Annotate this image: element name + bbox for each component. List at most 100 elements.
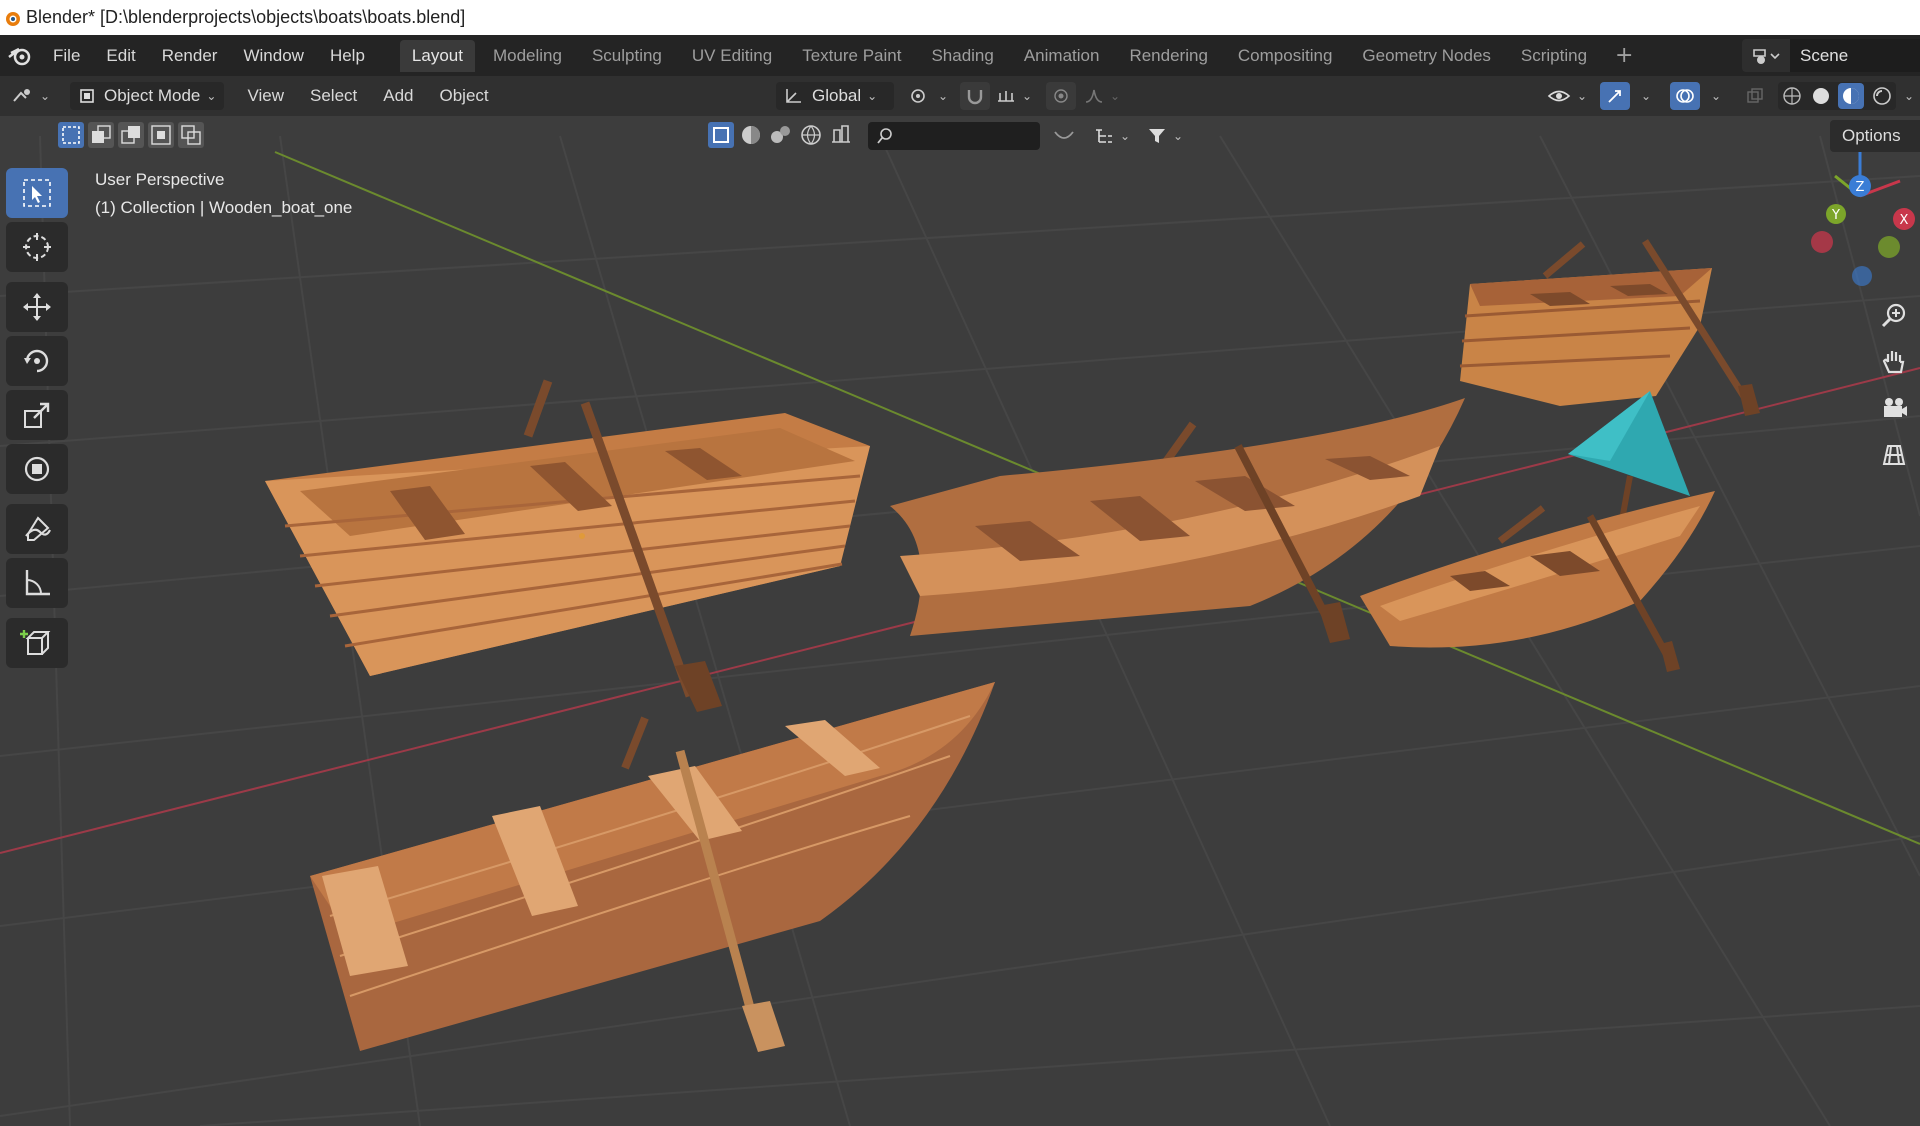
viewport-menu-view[interactable]: View <box>234 86 297 106</box>
tool-rotate[interactable] <box>6 336 68 386</box>
measure-icon <box>25 570 50 596</box>
outliner-search-input[interactable] <box>868 122 1040 150</box>
tool-transform[interactable] <box>6 444 68 494</box>
shader-balls-icon[interactable] <box>768 122 794 148</box>
gizmo-z-label: Z <box>1856 180 1865 195</box>
visibility-dropdown[interactable]: ⌄ <box>1542 82 1592 110</box>
scene-icon[interactable] <box>1742 39 1790 72</box>
gizmo-icon <box>1608 90 1621 103</box>
xray-icon <box>1747 88 1763 103</box>
mode-dropdown[interactable]: Object Mode ⌄ <box>70 82 225 110</box>
gizmo-neg-z-handle[interactable] <box>1852 266 1872 286</box>
pivot-icon <box>911 89 925 103</box>
proportional-edit-toggle[interactable] <box>1046 82 1076 110</box>
world-icon[interactable] <box>798 122 824 148</box>
tab-shading[interactable]: Shading <box>919 40 1005 72</box>
viewport-menu-add[interactable]: Add <box>370 86 426 106</box>
viewport-menu-object[interactable]: Object <box>427 86 502 106</box>
transform-orientation-dropdown[interactable]: Global ⌄ <box>776 82 894 110</box>
select-new-icon[interactable] <box>58 122 84 148</box>
tool-select-box[interactable] <box>6 168 68 218</box>
scene-selector[interactable]: Scene <box>1742 39 1920 72</box>
menu-window[interactable]: Window <box>230 46 316 66</box>
tool-cursor[interactable] <box>6 222 68 272</box>
rendered-shading-icon[interactable] <box>1871 85 1893 107</box>
editor-type-icon <box>13 89 30 102</box>
add-cube-icon <box>20 630 51 655</box>
gizmo-neg-x-handle[interactable] <box>1811 231 1833 253</box>
list-tree-icon <box>1095 129 1112 143</box>
options-dropdown[interactable]: Options <box>1830 120 1920 152</box>
object-mode-icon <box>80 89 94 103</box>
material-shading-icon[interactable] <box>1838 83 1865 109</box>
tab-compositing[interactable]: Compositing <box>1226 40 1345 72</box>
tool-move[interactable] <box>6 282 68 332</box>
menu-render[interactable]: Render <box>149 46 231 66</box>
viewport-canvas[interactable]: Z X Y <box>0 116 1920 1126</box>
tab-texture-paint[interactable]: Texture Paint <box>790 40 913 72</box>
gizmo-dropdown[interactable]: ⌄ <box>1634 82 1658 110</box>
nav-camera-button[interactable] <box>1872 388 1916 428</box>
scene-name-field[interactable]: Scene <box>1790 39 1920 72</box>
viewport-menu-select[interactable]: Select <box>297 86 370 106</box>
display-mode-dropdown[interactable]: ⌄ <box>1090 122 1134 150</box>
select-extend-icon[interactable] <box>88 122 114 148</box>
menu-help[interactable]: Help <box>317 46 378 66</box>
tab-sculpting[interactable]: Sculpting <box>580 40 674 72</box>
tool-scale[interactable] <box>6 390 68 440</box>
tool-annotate[interactable] <box>6 504 68 554</box>
selectable-object-icon[interactable] <box>708 122 734 148</box>
viewport-shading-icon[interactable] <box>738 122 764 148</box>
eye-icon <box>1547 90 1571 102</box>
origin-dot <box>579 533 585 539</box>
overlays-toggle[interactable] <box>1670 82 1700 110</box>
tab-uv-editing[interactable]: UV Editing <box>680 40 784 72</box>
filter-icon <box>1148 129 1165 143</box>
select-subtract-icon[interactable] <box>118 122 144 148</box>
render-layers-icon[interactable] <box>828 122 854 148</box>
tab-layout[interactable]: Layout <box>399 39 475 72</box>
top-menubar: File Edit Render Window Help Layout Mode… <box>0 35 1920 76</box>
gizmo-neg-y-handle[interactable] <box>1878 236 1900 258</box>
add-workspace-button[interactable]: + <box>1605 43 1643 68</box>
camera-icon <box>1884 398 1907 417</box>
blender-menu-icon[interactable] <box>0 35 40 76</box>
restrict-toggle[interactable] <box>1050 122 1078 150</box>
snap-toggle[interactable] <box>960 82 990 110</box>
cursor-icon <box>23 233 51 261</box>
filter-dropdown[interactable]: ⌄ <box>1140 122 1190 150</box>
xray-toggle[interactable] <box>1740 82 1770 110</box>
tab-animation[interactable]: Animation <box>1012 40 1112 72</box>
pivot-point-button[interactable]: ⌄ <box>906 82 950 110</box>
selectability-group <box>708 122 854 150</box>
left-toolbar <box>6 168 70 672</box>
wireframe-shading-icon[interactable] <box>1781 85 1803 107</box>
gizmo-toggle[interactable] <box>1600 82 1630 110</box>
workspace-tabs: Layout Modeling Sculpting UV Editing Tex… <box>399 35 1644 76</box>
tab-rendering[interactable]: Rendering <box>1117 40 1219 72</box>
tab-scripting[interactable]: Scripting <box>1509 40 1599 72</box>
tool-measure[interactable] <box>6 558 68 608</box>
nav-pan-button[interactable] <box>1872 342 1916 382</box>
menu-edit[interactable]: Edit <box>93 46 148 66</box>
gizmo-y-label: Y <box>1831 208 1840 223</box>
overlays-dropdown[interactable]: ⌄ <box>1704 82 1728 110</box>
falloff-dropdown[interactable]: ⌄ <box>1080 82 1124 110</box>
rotate-icon <box>24 349 49 373</box>
snap-target-dropdown[interactable]: ⌄ <box>992 82 1036 110</box>
nav-zoom-button[interactable] <box>1872 296 1916 336</box>
select-intersect-icon[interactable] <box>178 122 204 148</box>
tool-add-cube[interactable] <box>6 618 68 668</box>
zoom-icon <box>1881 303 1906 328</box>
nav-ortho-button[interactable] <box>1872 434 1916 474</box>
select-invert-icon[interactable] <box>148 122 174 148</box>
shading-dropdown[interactable]: ⌄ <box>1898 82 1920 110</box>
tab-geometry-nodes[interactable]: Geometry Nodes <box>1350 40 1503 72</box>
menu-file[interactable]: File <box>40 46 93 66</box>
tab-modeling[interactable]: Modeling <box>481 40 574 72</box>
solid-shading-icon[interactable] <box>1810 85 1832 107</box>
3d-viewport[interactable]: Z X Y <box>0 116 1920 1126</box>
orientation-label: Global <box>812 86 862 105</box>
scale-icon <box>24 402 50 428</box>
editor-type-button[interactable]: ⌄ <box>6 82 56 110</box>
